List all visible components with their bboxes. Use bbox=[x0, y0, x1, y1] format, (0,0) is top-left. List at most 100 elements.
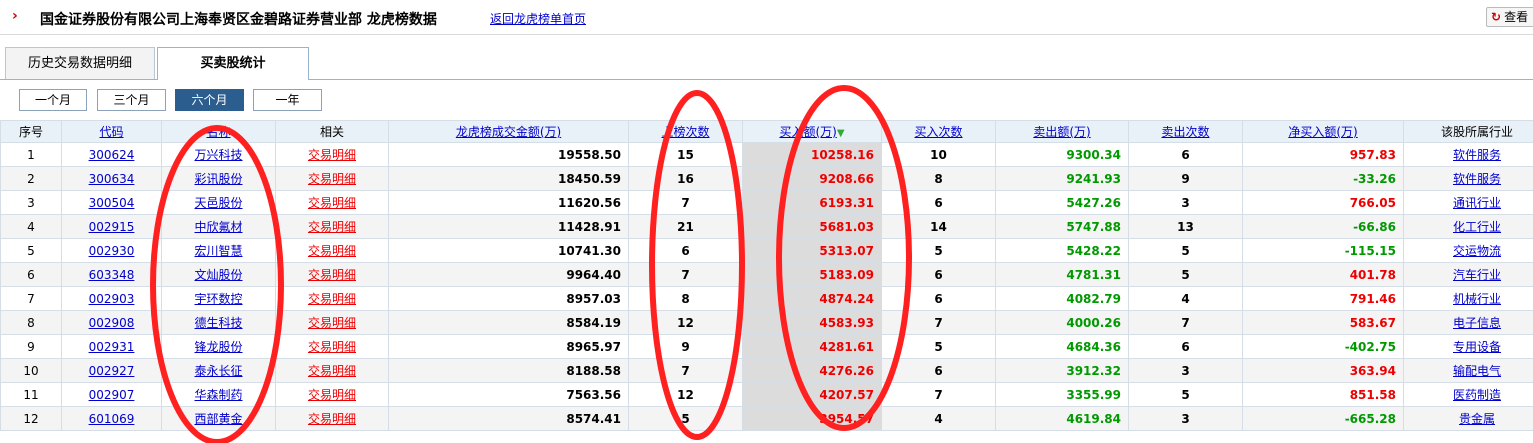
cell-industry[interactable]: 电子信息 bbox=[1403, 310, 1533, 335]
cell-related-link-link[interactable]: 交易明细 bbox=[308, 148, 356, 162]
cell-code[interactable]: 002930 bbox=[61, 238, 162, 263]
cell-name[interactable]: 锋龙股份 bbox=[161, 334, 276, 359]
cell-industry-link[interactable]: 输配电气 bbox=[1453, 364, 1501, 378]
cell-code-link[interactable]: 002907 bbox=[89, 388, 135, 402]
cell-related-link-link[interactable]: 交易明细 bbox=[308, 316, 356, 330]
back-to-list-link[interactable]: 返回龙虎榜单首页 bbox=[490, 10, 586, 27]
cell-code[interactable]: 601069 bbox=[61, 406, 162, 431]
col-header-net[interactable]: 净买入额(万) bbox=[1242, 120, 1404, 143]
cell-industry[interactable]: 软件服务 bbox=[1403, 166, 1533, 191]
cell-industry-link[interactable]: 电子信息 bbox=[1453, 316, 1501, 330]
cell-name[interactable]: 宇环数控 bbox=[161, 286, 276, 311]
col-header-sell[interactable]: 卖出额(万) bbox=[995, 120, 1129, 143]
cell-related-link-link[interactable]: 交易明细 bbox=[308, 196, 356, 210]
cell-name-link[interactable]: 中欣氟材 bbox=[194, 220, 242, 234]
cell-name[interactable]: 彩讯股份 bbox=[161, 166, 276, 191]
cell-related-link[interactable]: 交易明细 bbox=[275, 358, 389, 383]
col-header-sell-times[interactable]: 卖出次数 bbox=[1128, 120, 1243, 143]
cell-code-link[interactable]: 002915 bbox=[89, 220, 135, 234]
cell-code[interactable]: 002908 bbox=[61, 310, 162, 335]
cell-code[interactable]: 002927 bbox=[61, 358, 162, 383]
cell-industry-link[interactable]: 交运物流 bbox=[1453, 244, 1501, 258]
cell-industry-link[interactable]: 专用设备 bbox=[1453, 340, 1501, 354]
cell-name-link[interactable]: 泰永长征 bbox=[194, 364, 242, 378]
col-header-times[interactable]: 上榜次数 bbox=[628, 120, 743, 143]
period-6-month-button[interactable]: 六个月 bbox=[175, 89, 244, 111]
cell-industry-link[interactable]: 软件服务 bbox=[1453, 148, 1501, 162]
cell-name-link[interactable]: 彩讯股份 bbox=[194, 172, 242, 186]
cell-code[interactable]: 300634 bbox=[61, 166, 162, 191]
cell-industry[interactable]: 软件服务 bbox=[1403, 142, 1533, 167]
cell-related-link-link[interactable]: 交易明细 bbox=[308, 268, 356, 282]
cell-industry[interactable]: 机械行业 bbox=[1403, 286, 1533, 311]
cell-industry[interactable]: 贵金属 bbox=[1403, 406, 1533, 431]
cell-related-link[interactable]: 交易明细 bbox=[275, 334, 389, 359]
cell-code-link[interactable]: 603348 bbox=[89, 268, 135, 282]
cell-code[interactable]: 002903 bbox=[61, 286, 162, 311]
cell-industry[interactable]: 输配电气 bbox=[1403, 358, 1533, 383]
cell-related-link-link[interactable]: 交易明细 bbox=[308, 292, 356, 306]
cell-related-link[interactable]: 交易明细 bbox=[275, 286, 389, 311]
cell-name[interactable]: 宏川智慧 bbox=[161, 238, 276, 263]
cell-related-link-link[interactable]: 交易明细 bbox=[308, 244, 356, 258]
cell-code-link[interactable]: 002930 bbox=[89, 244, 135, 258]
cell-industry[interactable]: 化工行业 bbox=[1403, 214, 1533, 239]
period-3-month-button[interactable]: 三个月 bbox=[97, 89, 166, 111]
cell-industry-link[interactable]: 通讯行业 bbox=[1453, 196, 1501, 210]
cell-name-link[interactable]: 万兴科技 bbox=[194, 148, 242, 162]
col-header-buy-times[interactable]: 买入次数 bbox=[881, 120, 996, 143]
cell-related-link[interactable]: 交易明细 bbox=[275, 166, 389, 191]
cell-name[interactable]: 中欣氟材 bbox=[161, 214, 276, 239]
cell-name-link[interactable]: 德生科技 bbox=[194, 316, 242, 330]
cell-industry[interactable]: 专用设备 bbox=[1403, 334, 1533, 359]
col-header-name[interactable]: 名称 bbox=[161, 120, 276, 143]
cell-related-link-link[interactable]: 交易明细 bbox=[308, 388, 356, 402]
period-1-month-button[interactable]: 一个月 bbox=[19, 89, 87, 111]
cell-related-link-link[interactable]: 交易明细 bbox=[308, 412, 356, 426]
cell-code-link[interactable]: 601069 bbox=[89, 412, 135, 426]
cell-related-link[interactable]: 交易明细 bbox=[275, 190, 389, 215]
cell-industry-link[interactable]: 贵金属 bbox=[1459, 412, 1495, 426]
cell-name-link[interactable]: 宇环数控 bbox=[194, 292, 242, 306]
cell-name-link[interactable]: 锋龙股份 bbox=[194, 340, 242, 354]
col-header-code[interactable]: 代码 bbox=[61, 120, 162, 143]
col-header-amount[interactable]: 龙虎榜成交金额(万) bbox=[388, 120, 629, 143]
cell-name[interactable]: 泰永长征 bbox=[161, 358, 276, 383]
cell-related-link-link[interactable]: 交易明细 bbox=[308, 340, 356, 354]
cell-code[interactable]: 002915 bbox=[61, 214, 162, 239]
cell-name-link[interactable]: 宏川智慧 bbox=[194, 244, 242, 258]
cell-related-link-link[interactable]: 交易明细 bbox=[308, 220, 356, 234]
cell-code-link[interactable]: 300634 bbox=[89, 172, 135, 186]
col-header-buy[interactable]: 买入额(万)▼ bbox=[742, 120, 882, 143]
cell-code-link[interactable]: 300624 bbox=[89, 148, 135, 162]
cell-name-link[interactable]: 华森制药 bbox=[194, 388, 242, 402]
cell-code-link[interactable]: 300504 bbox=[89, 196, 135, 210]
cell-name[interactable]: 西部黄金 bbox=[161, 406, 276, 431]
cell-name-link[interactable]: 天邑股份 bbox=[194, 196, 242, 210]
period-1-year-button[interactable]: 一年 bbox=[253, 89, 322, 111]
cell-name[interactable]: 天邑股份 bbox=[161, 190, 276, 215]
cell-related-link[interactable]: 交易明细 bbox=[275, 310, 389, 335]
cell-code[interactable]: 002907 bbox=[61, 382, 162, 407]
cell-related-link[interactable]: 交易明细 bbox=[275, 262, 389, 287]
tab-buy-sell-stats[interactable]: 买卖股统计 bbox=[157, 47, 309, 80]
view-button[interactable]: ↻ 查看 bbox=[1486, 7, 1533, 27]
cell-industry-link[interactable]: 机械行业 bbox=[1453, 292, 1501, 306]
cell-related-link-link[interactable]: 交易明细 bbox=[308, 172, 356, 186]
cell-code-link[interactable]: 002908 bbox=[89, 316, 135, 330]
cell-code[interactable]: 300624 bbox=[61, 142, 162, 167]
cell-related-link-link[interactable]: 交易明细 bbox=[308, 364, 356, 378]
cell-industry[interactable]: 通讯行业 bbox=[1403, 190, 1533, 215]
cell-related-link[interactable]: 交易明细 bbox=[275, 142, 389, 167]
cell-name[interactable]: 万兴科技 bbox=[161, 142, 276, 167]
cell-code[interactable]: 300504 bbox=[61, 190, 162, 215]
cell-code[interactable]: 002931 bbox=[61, 334, 162, 359]
cell-code[interactable]: 603348 bbox=[61, 262, 162, 287]
cell-name[interactable]: 华森制药 bbox=[161, 382, 276, 407]
cell-industry-link[interactable]: 软件服务 bbox=[1453, 172, 1501, 186]
cell-related-link[interactable]: 交易明细 bbox=[275, 406, 389, 431]
cell-code-link[interactable]: 002931 bbox=[89, 340, 135, 354]
cell-industry-link[interactable]: 汽车行业 bbox=[1453, 268, 1501, 282]
cell-industry-link[interactable]: 化工行业 bbox=[1453, 220, 1501, 234]
cell-name-link[interactable]: 文灿股份 bbox=[194, 268, 242, 282]
